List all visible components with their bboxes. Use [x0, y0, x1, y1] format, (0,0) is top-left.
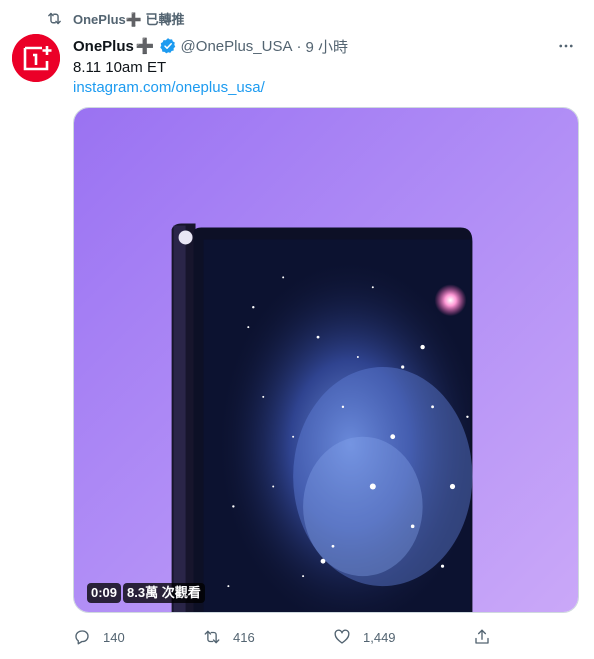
video-frame: [74, 108, 578, 612]
display-name[interactable]: OnePlus: [73, 38, 134, 55]
tweet-time[interactable]: 9 小時: [306, 36, 349, 57]
retweet-icon: [48, 12, 61, 24]
reply-count: 140: [103, 629, 125, 645]
share-button[interactable]: [473, 628, 491, 646]
like-count: 1,449: [363, 629, 396, 645]
retweet-label: OnePlus➕ 已轉推: [73, 11, 185, 27]
video-duration: 0:09: [87, 583, 122, 603]
retweet-context[interactable]: OnePlus➕ 已轉推: [46, 8, 185, 28]
tweet-text: 8.11 10am ET: [73, 59, 167, 76]
video-views: 8.3萬 次觀看: [123, 583, 205, 603]
tweet-link[interactable]: instagram.com/oneplus_usa/: [73, 78, 265, 98]
retweet-icon: [204, 630, 220, 644]
more-icon: [559, 44, 573, 48]
separator-dot: ·: [296, 37, 302, 55]
reply-icon: [75, 630, 89, 645]
display-name-suffix: ➕: [135, 38, 155, 55]
oneplus-logo: [12, 34, 60, 82]
tweet-actions: 140 416 1,449: [73, 626, 503, 648]
avatar[interactable]: [12, 34, 60, 82]
video-overlay: 0:09 8.3萬 次觀看: [87, 583, 205, 603]
reply-button[interactable]: 140: [73, 628, 203, 646]
like-button[interactable]: 1,449: [333, 628, 463, 646]
verified-badge-icon: [159, 38, 175, 54]
more-button[interactable]: [556, 36, 576, 56]
tweet-header: OnePlus ➕ @OnePlus_USA · 9 小時: [73, 36, 574, 56]
video-player[interactable]: 0:09 8.3萬 次觀看: [73, 107, 579, 613]
share-icon: [475, 629, 489, 644]
like-icon: [334, 629, 350, 644]
retweet-button[interactable]: 416: [203, 628, 333, 646]
retweet-count: 416: [233, 629, 255, 645]
author-handle[interactable]: @OnePlus_USA: [181, 38, 293, 55]
